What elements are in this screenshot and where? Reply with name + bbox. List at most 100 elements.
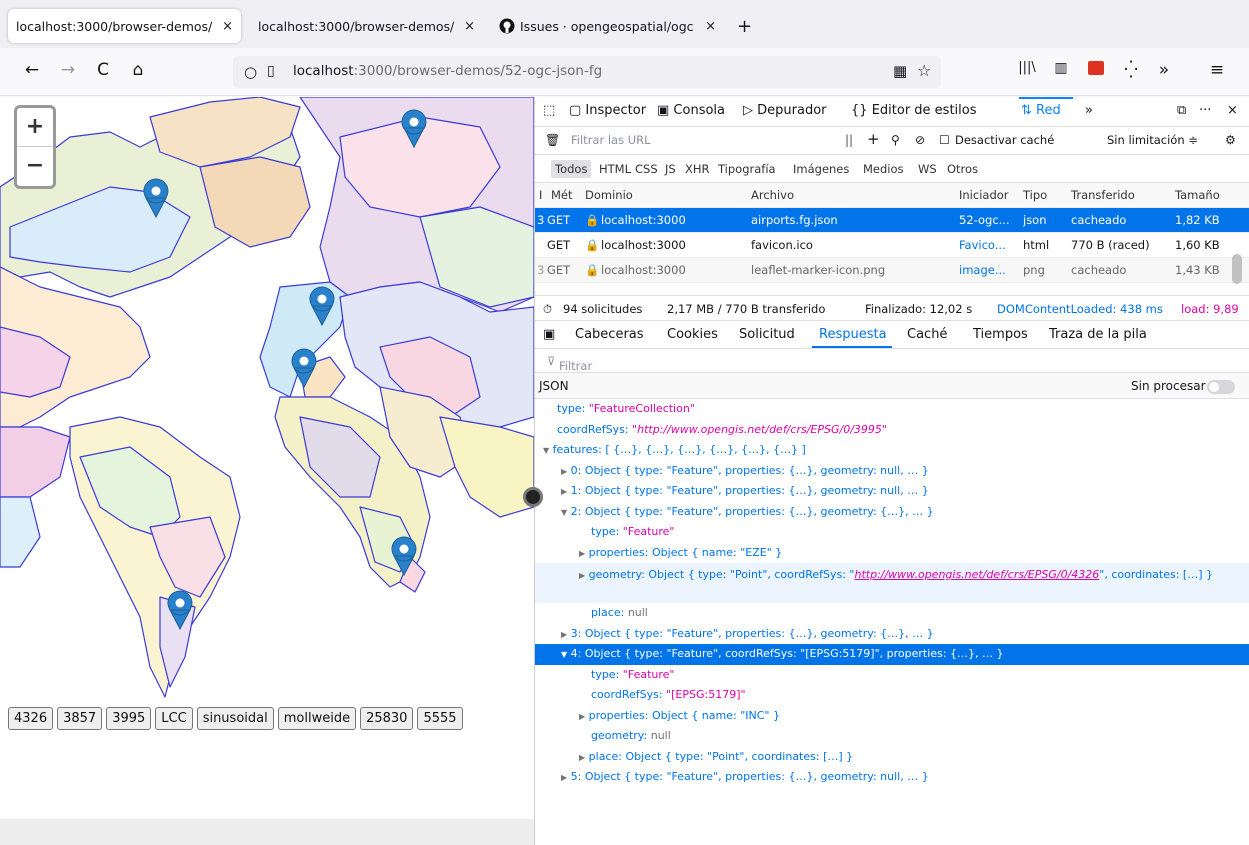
column-method[interactable]: Mét (551, 188, 573, 202)
block-icon[interactable]: ⊘ (915, 133, 925, 147)
json-row[interactable]: place: null (535, 603, 1249, 624)
new-tab-button[interactable]: + (737, 16, 752, 37)
json-row-selected[interactable]: ▼ 4: Object { type: "Feature", coordRefS… (535, 644, 1249, 665)
search-icon[interactable]: ⚲ (891, 133, 900, 147)
projection-button-sinusoidal[interactable]: sinusoidal (196, 707, 274, 730)
tab-debugger[interactable]: ▷ Depurador (743, 103, 827, 118)
filter-images[interactable]: Imágenes (793, 162, 849, 176)
qr-code-icon[interactable]: ▦ (893, 62, 907, 80)
close-icon[interactable]: × (705, 19, 716, 34)
projection-button-lcc[interactable]: LCC (155, 707, 193, 730)
json-row[interactable]: ▶ 3: Object { type: "Feature", propertie… (535, 624, 1249, 645)
filter-ws[interactable]: WS (918, 162, 937, 176)
pick-element-icon[interactable]: ⬚ (543, 103, 555, 118)
tab-network[interactable]: ⇅ Red (1021, 103, 1061, 118)
column-size[interactable]: Tamaño (1175, 188, 1220, 202)
table-row[interactable]: 3 GET 🔒 localhost:3000 leaflet-marker-ic… (535, 258, 1249, 283)
zoom-out-button[interactable]: − (17, 147, 53, 186)
tab-console[interactable]: ▣ Consola (657, 103, 725, 118)
dock-icon[interactable]: ⧉ (1177, 103, 1186, 118)
projection-button-3995[interactable]: 3995 (106, 707, 152, 730)
sidebar-icon[interactable]: ▥ (1049, 60, 1073, 76)
map-viewport[interactable]: + − 4326 3857 3995 LCC sinusoidal mollwe… (0, 97, 534, 819)
tab-request[interactable]: Solicitud (739, 327, 795, 342)
close-icon[interactable]: × (464, 19, 475, 34)
more-tools-icon[interactable]: » (1085, 103, 1093, 118)
column-file[interactable]: Archivo (751, 188, 794, 202)
panel-icon[interactable]: ▣ (543, 327, 555, 342)
tab-stack-trace[interactable]: Traza de la pila (1049, 327, 1147, 342)
filter-other[interactable]: Otros (947, 162, 978, 176)
overflow-menu-icon[interactable]: » (1152, 60, 1176, 80)
projection-button-5555[interactable]: 5555 (417, 707, 463, 730)
json-row[interactable]: ▶ properties: Object { name: "EZE" } (535, 543, 1249, 564)
json-row[interactable]: type: "Feature" (535, 665, 1249, 686)
tab-cache[interactable]: Caché (907, 327, 947, 342)
throttling-select[interactable]: Sin limitación ≑ (1107, 133, 1198, 147)
tab-headers[interactable]: Cabeceras (575, 327, 644, 342)
property-filter-input[interactable]: ⊽ Filtrar propiedades (535, 349, 1249, 387)
filter-html[interactable]: HTML (599, 162, 631, 176)
table-row[interactable]: GET 🔒 localhost:3000 favicon.ico Favico.… (535, 233, 1249, 258)
url-bar[interactable]: ○ ▯ localhost:3000/browser-demos/52-ogc-… (233, 56, 941, 88)
tab-style-editor[interactable]: {} Editor de estilos (851, 103, 977, 118)
column-type[interactable]: Tipo (1023, 188, 1047, 202)
trash-icon[interactable]: 🗑 (545, 133, 560, 147)
json-row[interactable]: ▶ 5: Object { type: "Feature", propertie… (535, 767, 1249, 788)
json-row[interactable]: ▶ 1: Object { type: "Feature", propertie… (535, 481, 1249, 502)
browser-tab[interactable]: Issues · opengeospatial/ogc × (491, 9, 724, 43)
json-row[interactable]: ▶ place: Object { type: "Point", coordin… (535, 747, 1249, 768)
json-row[interactable]: ▼ features: [ {…}, {…}, {…}, {…}, {…}, {… (535, 440, 1249, 461)
settings-gear-icon[interactable]: ⚙ (1225, 133, 1236, 147)
add-icon[interactable]: + (867, 130, 880, 148)
tab-inspector[interactable]: ▢ Inspector (569, 103, 646, 118)
library-icon[interactable]: |||\ (1015, 60, 1039, 75)
filter-media[interactable]: Medios (863, 162, 904, 176)
horizontal-scrollbar[interactable] (0, 819, 534, 845)
url-text[interactable]: localhost:3000/browser-demos/52-ogc-json… (293, 63, 602, 79)
json-row[interactable]: ▶ properties: Object { name: "INC" } (535, 706, 1249, 727)
tab-cookies[interactable]: Cookies (667, 327, 718, 342)
json-row[interactable]: type: "FeatureCollection" (535, 399, 1249, 420)
devtools-menu-icon[interactable]: ··· (1199, 103, 1211, 118)
zoom-in-button[interactable]: + (17, 108, 53, 147)
bookmark-star-icon[interactable]: ☆ (917, 61, 931, 80)
column-initiator[interactable]: Iniciador (959, 188, 1009, 202)
raw-toggle[interactable] (1207, 380, 1235, 394)
hamburger-menu-icon[interactable]: ≡ (1205, 60, 1229, 80)
home-button[interactable]: ⌂ (126, 60, 150, 80)
column-domain[interactable]: Dominio (585, 188, 633, 202)
tab-timings[interactable]: Tiempos (973, 327, 1028, 342)
url-filter-input[interactable]: Filtrar las URL (571, 133, 651, 147)
close-devtools-icon[interactable]: × (1227, 103, 1238, 118)
filter-css[interactable]: CSS (635, 162, 658, 176)
json-row[interactable]: coordRefSys: "http://www.opengis.net/def… (535, 420, 1249, 441)
table-scrollbar[interactable] (1232, 254, 1242, 284)
json-row[interactable]: ▶ 0: Object { type: "Feature", propertie… (535, 461, 1249, 482)
filter-xhr[interactable]: XHR (685, 162, 710, 176)
table-row[interactable]: 3 GET 🔒 localhost:3000 airports.fg.json … (535, 208, 1249, 233)
browser-tab[interactable]: localhost:3000/browser-demos/ × (8, 9, 241, 43)
tab-response[interactable]: Respuesta (819, 327, 887, 342)
json-row[interactable]: ▶ geometry: Object { type: "Point", coor… (535, 563, 1249, 603)
pause-icon[interactable]: || (845, 133, 853, 147)
crs-link[interactable]: http://www.opengis.net/def/crs/EPSG/0/43… (854, 568, 1099, 581)
forward-button[interactable]: → (56, 60, 80, 80)
filter-all[interactable]: Todos (551, 160, 592, 178)
projection-button-3857[interactable]: 3857 (57, 707, 103, 730)
json-row[interactable]: ▼ 2: Object { type: "Feature", propertie… (535, 502, 1249, 523)
back-button[interactable]: ← (20, 60, 44, 80)
browser-tab[interactable]: localhost:3000/browser-demos/ × (250, 9, 483, 43)
column-transferred[interactable]: Transferido (1071, 188, 1135, 202)
json-row[interactable]: coordRefSys: "[EPSG:5179]" (535, 685, 1249, 706)
disable-cache-checkbox[interactable]: ☐ (939, 133, 950, 147)
filter-fonts[interactable]: Tipografía (718, 162, 776, 176)
shield-icon[interactable]: ○ (244, 63, 257, 81)
projection-button-mollweide[interactable]: mollweide (277, 707, 357, 730)
json-row[interactable]: type: "Feature" (535, 522, 1249, 543)
close-icon[interactable]: × (222, 19, 233, 34)
reload-button[interactable]: C (91, 60, 115, 80)
move-icon[interactable]: ⁛ (1119, 60, 1143, 80)
json-row[interactable]: geometry: null (535, 726, 1249, 747)
projection-button-25830[interactable]: 25830 (360, 707, 414, 730)
